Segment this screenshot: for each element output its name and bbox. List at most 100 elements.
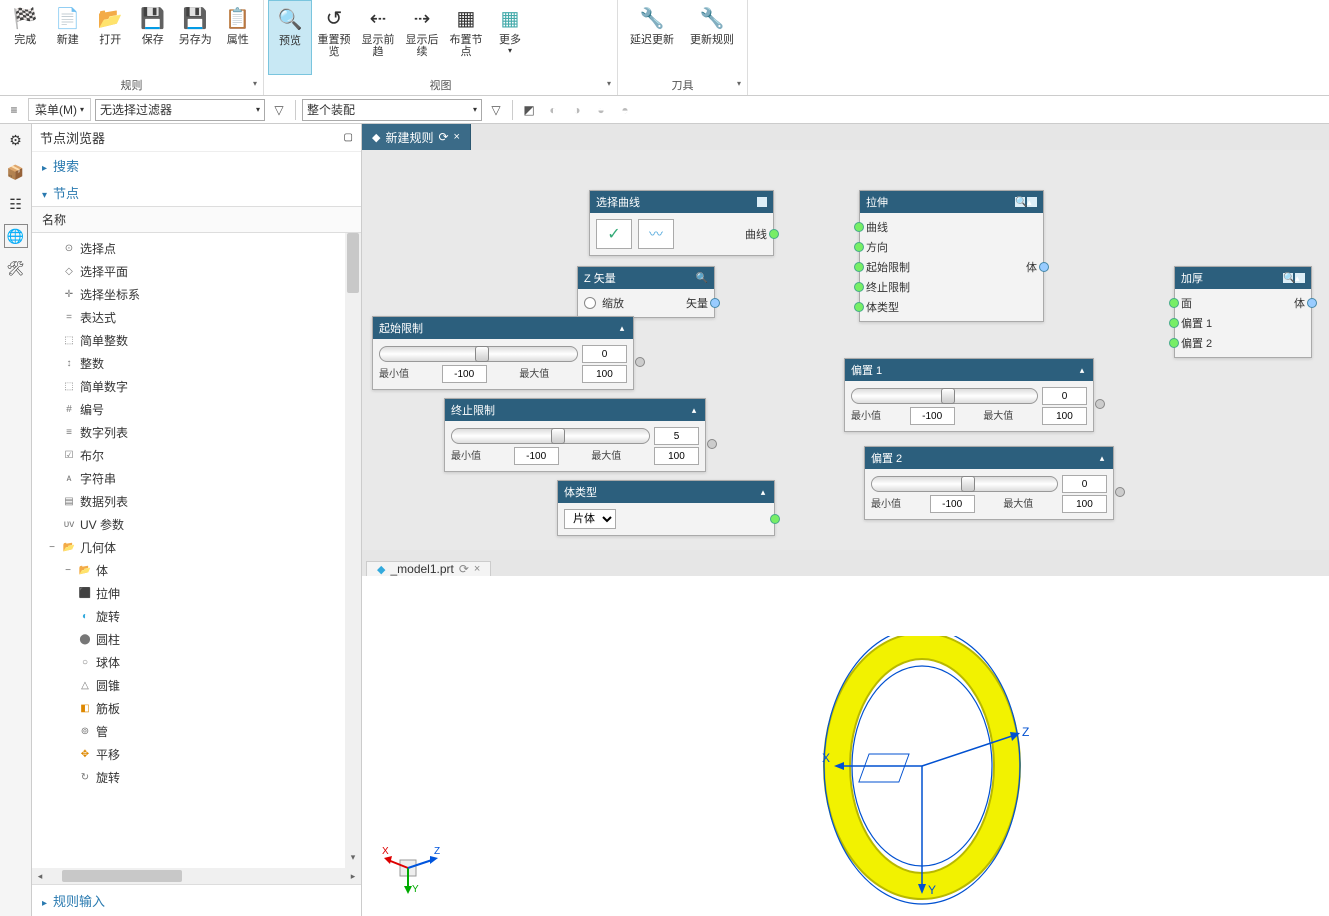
- node-select-curve[interactable]: 选择曲线 ✓ 〰 曲线: [589, 190, 774, 256]
- tab-new-rule[interactable]: ◆ 新建规则 ⟳ ×: [362, 124, 471, 150]
- radio-icon[interactable]: [584, 297, 596, 309]
- menu-hamburger-icon[interactable]: ≡: [4, 100, 24, 120]
- tools-icon[interactable]: 🛠: [4, 256, 28, 280]
- collapse-icon[interactable]: ▴: [758, 487, 768, 497]
- scroll-thumb[interactable]: [347, 233, 359, 293]
- tree-item[interactable]: ◇选择平面: [42, 260, 361, 283]
- min-input[interactable]: [930, 495, 975, 513]
- output-port[interactable]: [707, 439, 717, 449]
- min-input[interactable]: [442, 365, 487, 383]
- rule-input-section[interactable]: 规则输入: [32, 884, 361, 916]
- panel-maximize-icon[interactable]: ▢: [344, 132, 353, 143]
- min-input[interactable]: [514, 447, 559, 465]
- tool-icon-1[interactable]: ◩: [519, 100, 539, 120]
- search-icon[interactable]: 🔍: [696, 272, 708, 284]
- input-port[interactable]: [1169, 298, 1179, 308]
- menu-button[interactable]: 菜单(M) ▾: [28, 98, 91, 121]
- output-port[interactable]: [1095, 399, 1105, 409]
- horizontal-scrollbar[interactable]: ◂ ▸: [32, 868, 361, 884]
- max-input[interactable]: [1042, 407, 1087, 425]
- tree-item[interactable]: ⊚管: [74, 720, 361, 743]
- tree-item[interactable]: ⬤圆柱: [74, 628, 361, 651]
- ribbon-reset-preview-button[interactable]: ↺重置预览: [312, 0, 356, 75]
- slider[interactable]: [871, 476, 1058, 492]
- slider[interactable]: [451, 428, 650, 444]
- tree-item[interactable]: ⊙选择点: [42, 237, 361, 260]
- tree-item[interactable]: =表达式: [42, 306, 361, 329]
- tree-folder-body[interactable]: −📂体: [58, 559, 361, 582]
- scroll-down-icon[interactable]: ▾: [345, 852, 361, 868]
- output-port[interactable]: [635, 357, 645, 367]
- max-input[interactable]: [1062, 495, 1107, 513]
- tool-icon-4[interactable]: ◒: [591, 100, 611, 120]
- filter2-icon[interactable]: ▽: [486, 100, 506, 120]
- output-port[interactable]: [769, 229, 779, 239]
- node-extrude[interactable]: 拉伸🔍▴ 曲线 方向 起始限制体 终止限制 体类型: [859, 190, 1044, 322]
- vertical-scrollbar[interactable]: ▴ ▾: [345, 233, 361, 868]
- ribbon-save-button[interactable]: 💾保存: [132, 0, 175, 75]
- input-port[interactable]: [854, 242, 864, 252]
- search-icon[interactable]: 🔍: [1283, 273, 1293, 283]
- value-input[interactable]: [582, 345, 627, 363]
- view-triad[interactable]: X Y Z: [382, 836, 442, 896]
- close-icon[interactable]: ×: [454, 131, 460, 143]
- tree-item[interactable]: ᴀ字符串: [42, 467, 361, 490]
- output-port[interactable]: [1039, 262, 1049, 272]
- search-section[interactable]: 搜索: [32, 152, 361, 179]
- tree-item[interactable]: ▤数据列表: [42, 490, 361, 513]
- scroll-thumb-h[interactable]: [62, 870, 182, 882]
- min-input[interactable]: [910, 407, 955, 425]
- tree-item[interactable]: ◐旋转: [74, 605, 361, 628]
- max-input[interactable]: [582, 365, 627, 383]
- tree-item[interactable]: ⬚简单数字: [42, 375, 361, 398]
- value-input[interactable]: [654, 427, 699, 445]
- hierarchy-icon[interactable]: ☷: [4, 192, 28, 216]
- ribbon-saveas-button[interactable]: 💾另存为: [174, 0, 217, 75]
- output-port[interactable]: [710, 298, 720, 308]
- package-icon[interactable]: 📦: [4, 160, 28, 184]
- collapse-icon[interactable]: ▴: [1295, 273, 1305, 283]
- node-end-limit[interactable]: 终止限制▴ 最小值 最大值: [444, 398, 706, 472]
- nodes-section[interactable]: 节点: [32, 179, 361, 206]
- collapse-icon[interactable]: ▴: [1027, 197, 1037, 207]
- node-offset1[interactable]: 偏置 1▴ 最小值 最大值: [844, 358, 1094, 432]
- ribbon-show-succ-button[interactable]: ⇢显示后续: [400, 0, 444, 75]
- input-port[interactable]: [854, 222, 864, 232]
- tree-item[interactable]: ↕整数: [42, 352, 361, 375]
- value-input[interactable]: [1042, 387, 1087, 405]
- rules-canvas[interactable]: 选择曲线 ✓ 〰 曲线 Z 矢量🔍 缩放 矢量: [362, 150, 1329, 550]
- value-input[interactable]: [1062, 475, 1107, 493]
- slider[interactable]: [379, 346, 578, 362]
- node-body-type[interactable]: 体类型▴ 片体: [557, 480, 775, 536]
- input-port[interactable]: [1169, 338, 1179, 348]
- tree-item[interactable]: ↻旋转: [74, 766, 361, 789]
- ribbon-new-button[interactable]: 📄新建: [47, 0, 90, 75]
- body-type-select[interactable]: 片体: [564, 509, 616, 529]
- ribbon-show-pred-button[interactable]: ⇠显示前趋: [356, 0, 400, 75]
- tab-model[interactable]: ◆ _model1.prt ⟳ ×: [366, 561, 491, 576]
- ribbon-layout-nodes-button[interactable]: ▦布置节点: [444, 0, 488, 75]
- input-port[interactable]: [854, 282, 864, 292]
- node-start-limit[interactable]: 起始限制▴ 最小值 最大值: [372, 316, 634, 390]
- slider[interactable]: [851, 388, 1038, 404]
- search-icon[interactable]: 🔍: [1015, 197, 1025, 207]
- collapse-icon[interactable]: ▴: [689, 405, 699, 415]
- max-input[interactable]: [654, 447, 699, 465]
- ribbon-more-button[interactable]: ▦更多▾: [488, 0, 532, 75]
- node-thicken[interactable]: 加厚🔍▴ 面体 偏置 1 偏置 2: [1174, 266, 1312, 358]
- tree-item[interactable]: ✛选择坐标系: [42, 283, 361, 306]
- node-z-vector[interactable]: Z 矢量🔍 缩放 矢量: [577, 266, 715, 318]
- tree-item[interactable]: ≡数字列表: [42, 421, 361, 444]
- assembly-combo[interactable]: 整个装配▾: [302, 99, 482, 121]
- tool-icon-3[interactable]: ◑: [567, 100, 587, 120]
- ribbon-finish-button[interactable]: 🏁完成: [4, 0, 47, 75]
- curve-preview-icon[interactable]: 〰: [638, 219, 674, 249]
- tree-item[interactable]: ⬚简单整数: [42, 329, 361, 352]
- checkmark-icon[interactable]: ✓: [596, 219, 632, 249]
- ribbon-update-rules-button[interactable]: 🔧更新规则: [682, 0, 742, 75]
- close-icon[interactable]: ×: [474, 563, 480, 575]
- settings-icon[interactable]: ⚙: [4, 128, 28, 152]
- model-viewport[interactable]: Y X Z X Y: [362, 576, 1329, 916]
- input-port[interactable]: [854, 262, 864, 272]
- tree-item[interactable]: #编号: [42, 398, 361, 421]
